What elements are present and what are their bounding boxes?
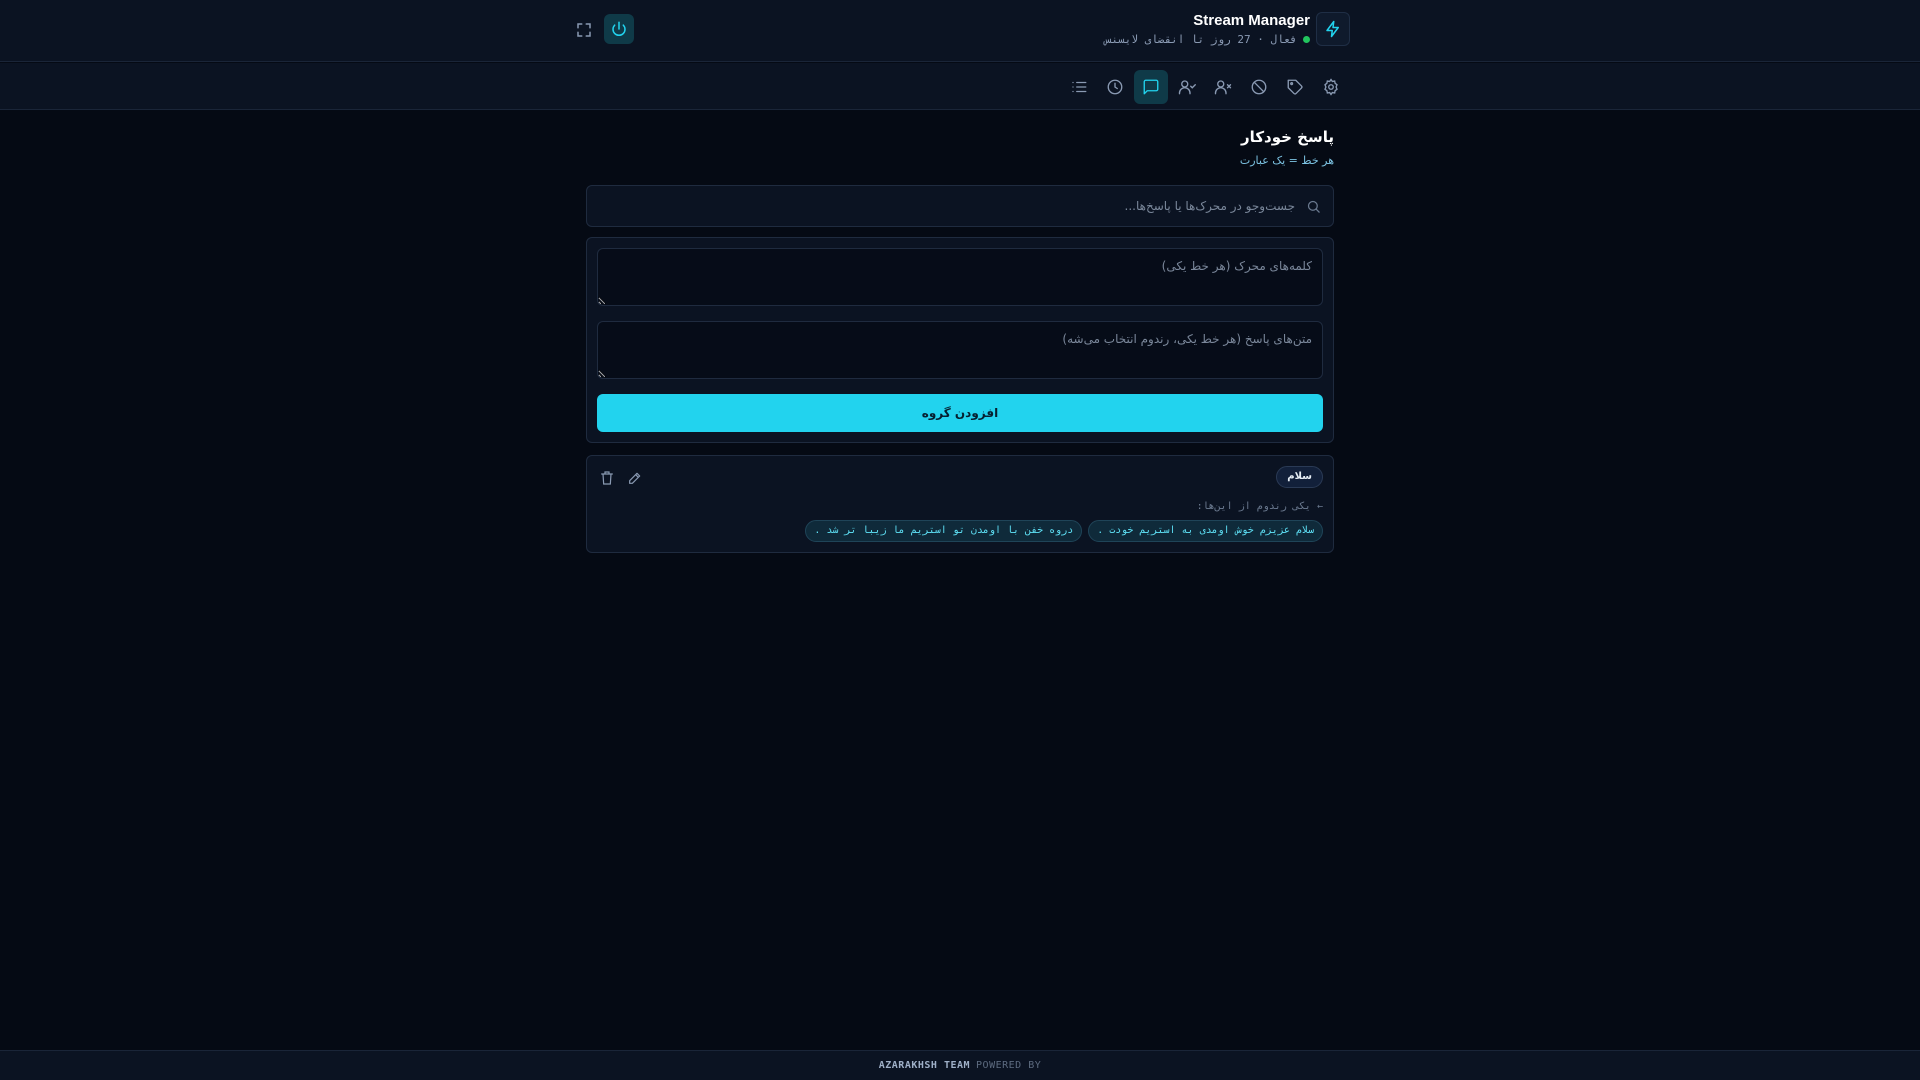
nav-bar xyxy=(0,63,1920,110)
fullscreen-button[interactable] xyxy=(572,18,596,42)
user-check-icon xyxy=(1178,80,1196,95)
responses-list: سلام عزیزم خوش اومدی به استریم خودت . در… xyxy=(805,520,1323,542)
ban-icon xyxy=(1251,79,1267,95)
app-title-block: Stream Manager فعال · 27 روز تا انقضای ل… xyxy=(1105,12,1310,46)
nav-tags[interactable] xyxy=(1278,70,1312,104)
fullscreen-icon xyxy=(577,23,591,37)
nav-settings[interactable] xyxy=(1314,70,1348,104)
footer: AZARAKHSH TEAM POWERED BY xyxy=(0,1050,1920,1080)
top-bar: Stream Manager فعال · 27 روز تا انقضای ل… xyxy=(0,0,1920,62)
footer-powered-by: POWERED BY xyxy=(976,1060,1042,1071)
footer-team: AZARAKHSH TEAM xyxy=(878,1060,971,1071)
nav-user-x[interactable] xyxy=(1206,70,1240,104)
pencil-icon xyxy=(629,472,641,484)
message-square-icon xyxy=(1143,79,1159,95)
app-title: Stream Manager xyxy=(1193,12,1310,29)
page-subtitle: هر خط = یک عبارت xyxy=(1239,154,1334,167)
user-x-icon xyxy=(1214,80,1232,95)
nav-history[interactable] xyxy=(1098,70,1132,104)
power-button[interactable] xyxy=(604,14,634,44)
response-chip: سلام عزیزم خوش اومدی به استریم خودت . xyxy=(1088,520,1323,542)
reply-group-card: سلام ← یکی رندوم از این‌ها: سلام عزیزم خ… xyxy=(586,455,1334,553)
license-status-text: فعال · 27 روز تا انقضای لایسنس xyxy=(1104,33,1297,46)
nav-ban[interactable] xyxy=(1242,70,1276,104)
gear-icon xyxy=(1324,78,1338,96)
page-heading: پاسخ خودکار هر خط = یک عبارت xyxy=(1240,128,1334,167)
license-status: فعال · 27 روز تا انقضای لایسنس xyxy=(1105,33,1310,46)
trash-icon xyxy=(601,471,613,485)
search-box xyxy=(586,185,1334,227)
search-icon xyxy=(1307,200,1320,213)
nav-icons xyxy=(1062,70,1348,104)
status-dot xyxy=(1303,36,1310,43)
nav-list[interactable] xyxy=(1062,70,1096,104)
search-input[interactable] xyxy=(605,186,1295,226)
responses-textarea[interactable] xyxy=(597,321,1323,379)
bolt-icon xyxy=(1316,12,1350,46)
nav-auto-reply[interactable] xyxy=(1134,70,1168,104)
add-group-form: افزودن گروه xyxy=(586,237,1334,443)
trigger-chip: سلام xyxy=(1276,466,1323,488)
delete-button[interactable] xyxy=(599,470,615,486)
page-title: پاسخ خودکار xyxy=(1241,128,1334,146)
triggers-textarea[interactable] xyxy=(597,248,1323,306)
random-label: ← یکی رندوم از این‌ها: xyxy=(1196,501,1323,512)
response-chip: دروه خفن با اومدن تو استریم ما زیبا تر ش… xyxy=(805,520,1083,542)
nav-user-check[interactable] xyxy=(1170,70,1204,104)
tag-icon xyxy=(1287,79,1303,95)
edit-button[interactable] xyxy=(627,470,643,486)
clock-icon xyxy=(1107,79,1123,95)
add-group-button[interactable]: افزودن گروه xyxy=(597,394,1323,432)
list-icon xyxy=(1072,81,1087,93)
power-icon xyxy=(612,21,626,37)
